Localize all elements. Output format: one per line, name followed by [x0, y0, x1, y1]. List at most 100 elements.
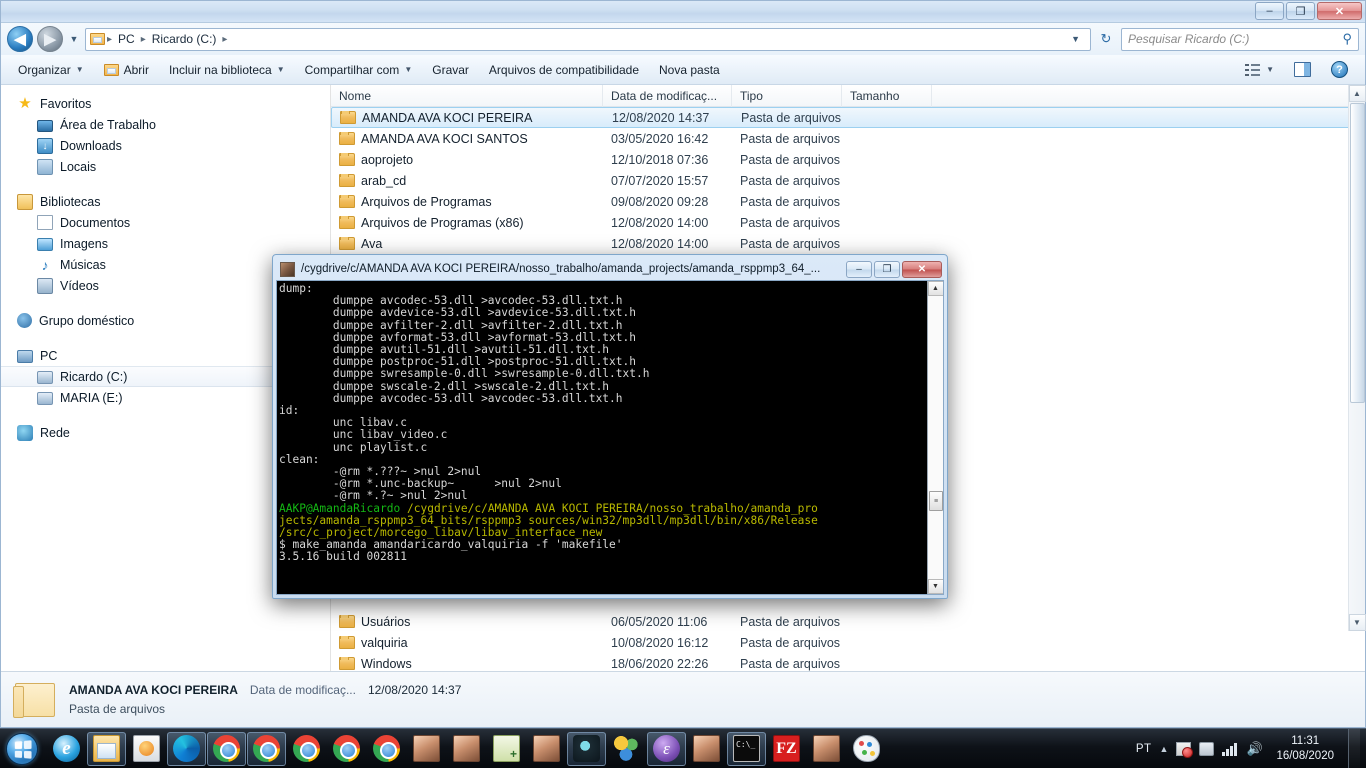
cygwin-terminal-window[interactable]: /cygdrive/c/AMANDA AVA KOCI PEREIRA/noss… — [272, 254, 948, 599]
taskbar-item-google-chrome-profile-4[interactable] — [367, 732, 406, 766]
sidebar-item-downloads[interactable]: ↓ Downloads — [1, 135, 330, 156]
terminal-scrollbar-track[interactable]: ≡ — [927, 296, 943, 579]
chevron-down-icon: ▼ — [1266, 65, 1274, 74]
cmd-nova-pasta[interactable]: Nova pasta — [650, 59, 729, 81]
sidebar-item-area-de-trabalho[interactable]: Área de Trabalho — [1, 114, 330, 135]
taskbar-item-google-chrome-profile-2[interactable] — [287, 732, 326, 766]
show-desktop-button[interactable] — [1348, 728, 1360, 768]
help-icon: ? — [1331, 61, 1348, 78]
folder-icon — [339, 236, 355, 250]
column-header-tamanho[interactable]: Tamanho — [842, 85, 932, 107]
places-icon — [37, 158, 53, 175]
column-header-nome[interactable]: Nome — [331, 85, 603, 107]
taskbar-item-debugger[interactable] — [567, 731, 606, 766]
sidebar-item-imagens[interactable]: Imagens — [1, 233, 330, 254]
back-button[interactable]: ◀ — [7, 26, 33, 52]
address-bar[interactable]: ▸ PC ▸ Ricardo (C:) ▸ ▼ — [85, 27, 1091, 51]
taskbar-item-windows-explorer[interactable] — [87, 731, 126, 766]
column-header-data[interactable]: Data de modificaç... — [603, 85, 732, 107]
cmd-abrir[interactable]: Abrir — [95, 59, 158, 81]
taskbar-item-cygwin-terminal[interactable]: C:\_ — [727, 731, 766, 766]
taskbar-item-internet-explorer[interactable]: e — [47, 732, 86, 766]
language-indicator[interactable]: PT — [1136, 743, 1152, 755]
cmd-organizar[interactable]: Organizar ▼ — [9, 59, 93, 81]
history-dropdown-icon[interactable]: ▼ — [67, 28, 81, 50]
taskbar-item-filezilla[interactable]: FZ — [767, 732, 806, 766]
sidebar-item-documentos[interactable]: Documentos — [1, 212, 330, 233]
taskbar-item-microsoft-edge[interactable] — [167, 731, 206, 766]
folder-icon — [339, 656, 355, 670]
terminal-scroll-down-button[interactable]: ▼ — [927, 579, 943, 594]
taskbar-item-paint[interactable] — [847, 732, 886, 766]
taskbar-item-emacs[interactable]: ε — [647, 731, 686, 766]
clock[interactable]: 11:31 16/08/2020 — [1270, 734, 1340, 764]
taskbar-item-google-chrome-profile-1[interactable] — [247, 731, 286, 766]
show-hidden-icons-icon[interactable]: ▲ — [1160, 744, 1169, 754]
scroll-down-button[interactable]: ▼ — [1348, 614, 1366, 631]
help-button[interactable]: ? — [1322, 57, 1357, 82]
action-center-flag-icon[interactable] — [1176, 741, 1194, 758]
minimize-button[interactable]: – — [1255, 2, 1284, 20]
explorer-vertical-scrollbar[interactable]: ▲ ▼ — [1348, 85, 1366, 631]
terminal-scrollbar[interactable]: ▲ ≡ ▼ — [927, 281, 943, 594]
change-view-button[interactable]: ▼ — [1236, 59, 1283, 81]
sidebar-item-locais[interactable]: Locais — [1, 156, 330, 177]
taskbar-item-photo-viewer-4[interactable] — [687, 732, 726, 766]
table-row[interactable]: Ava 12/08/2020 14:00 Pasta de arquivos — [331, 233, 1365, 254]
terminal-minimize-button[interactable]: – — [846, 260, 872, 278]
terminal-scroll-up-button[interactable]: ▲ — [927, 281, 943, 296]
sidebar-item-favoritos[interactable]: ★ Favoritos — [1, 93, 330, 114]
cmd-compartilhar-com[interactable]: Compartilhar com ▼ — [296, 59, 422, 81]
taskbar-item-google-chrome[interactable] — [207, 731, 246, 766]
taskbar-item-windows-media-player[interactable] — [127, 732, 166, 766]
breadcrumb-pc[interactable]: PC — [114, 31, 139, 47]
taskbar-item-settings-gears[interactable] — [607, 732, 646, 766]
start-button[interactable] — [0, 730, 44, 768]
table-row[interactable]: Usuários 06/05/2020 11:06 Pasta de arqui… — [331, 611, 1365, 632]
network-signal-icon[interactable] — [1222, 742, 1238, 756]
gears-icon — [613, 735, 640, 762]
search-input[interactable]: Pesquisar Ricardo (C:) ⚲ — [1121, 27, 1359, 51]
terminal-screen[interactable]: dump: dumppe avcodec-53.dll >avcodec-53.… — [276, 280, 944, 595]
cmd-organizar-label: Organizar — [18, 62, 71, 77]
windows-explorer-icon — [93, 735, 120, 762]
close-button[interactable]: ✕ — [1317, 2, 1362, 20]
row-type: Pasta de arquivos — [740, 194, 841, 209]
taskbar-item-photo-viewer-5[interactable] — [807, 732, 846, 766]
taskbar-item-google-chrome-profile-3[interactable] — [327, 732, 366, 766]
preview-pane-button[interactable] — [1285, 58, 1320, 81]
chevron-down-icon[interactable]: ▼ — [1065, 34, 1086, 44]
table-row[interactable]: Arquivos de Programas (x86) 12/08/2020 1… — [331, 212, 1365, 233]
breadcrumb-ricardo-c[interactable]: Ricardo (C:) — [148, 31, 221, 47]
table-row[interactable]: AMANDA AVA KOCI SANTOS 03/05/2020 16:42 … — [331, 128, 1365, 149]
column-header-tipo[interactable]: Tipo — [732, 85, 842, 107]
refresh-icon[interactable]: ↻ — [1095, 28, 1117, 51]
taskbar-items: e ε C:\_ FZ — [44, 731, 886, 766]
terminal-close-button[interactable]: ✕ — [902, 260, 942, 278]
cmd-arquivos-de-compatibilidade[interactable]: Arquivos de compatibilidade — [480, 59, 648, 81]
sidebar-label-favoritos: Favoritos — [40, 96, 92, 111]
table-row[interactable]: AMANDA AVA KOCI PEREIRA 12/08/2020 14:37… — [331, 107, 1365, 128]
terminal-maximize-button[interactable]: ❐ — [874, 260, 900, 278]
volume-icon[interactable]: 🔊 — [1246, 741, 1262, 756]
forward-button[interactable]: ▶ — [37, 26, 63, 52]
terminal-scrollbar-thumb[interactable]: ≡ — [928, 491, 943, 511]
table-row[interactable]: Windows 18/06/2020 22:26 Pasta de arquiv… — [331, 653, 1365, 671]
cmd-gravar[interactable]: Gravar — [423, 59, 478, 81]
taskbar-item-photo-viewer-3[interactable] — [527, 732, 566, 766]
taskbar-item-photo-viewer-1[interactable] — [407, 732, 446, 766]
maximize-button[interactable]: ❐ — [1286, 2, 1315, 20]
scrollbar-thumb[interactable] — [1349, 103, 1365, 403]
table-row[interactable]: valquiria 10/08/2020 16:12 Pasta de arqu… — [331, 632, 1365, 653]
table-row[interactable]: Arquivos de Programas 09/08/2020 09:28 P… — [331, 191, 1365, 212]
cmd-incluir-na-biblioteca[interactable]: Incluir na biblioteca ▼ — [160, 59, 294, 81]
taskbar-item-notepad-plus-plus[interactable] — [487, 732, 526, 766]
search-icon: ⚲ — [1342, 31, 1352, 46]
network-adapter-icon[interactable] — [1199, 741, 1215, 756]
breadcrumb-separator-2: ▸ — [222, 33, 228, 45]
scroll-up-button[interactable]: ▲ — [1348, 85, 1366, 102]
taskbar-item-photo-viewer-2[interactable] — [447, 732, 486, 766]
table-row[interactable]: arab_cd 07/07/2020 15:57 Pasta de arquiv… — [331, 170, 1365, 191]
table-row[interactable]: aoprojeto 12/10/2018 07:36 Pasta de arqu… — [331, 149, 1365, 170]
sidebar-item-bibliotecas[interactable]: Bibliotecas — [1, 191, 330, 212]
